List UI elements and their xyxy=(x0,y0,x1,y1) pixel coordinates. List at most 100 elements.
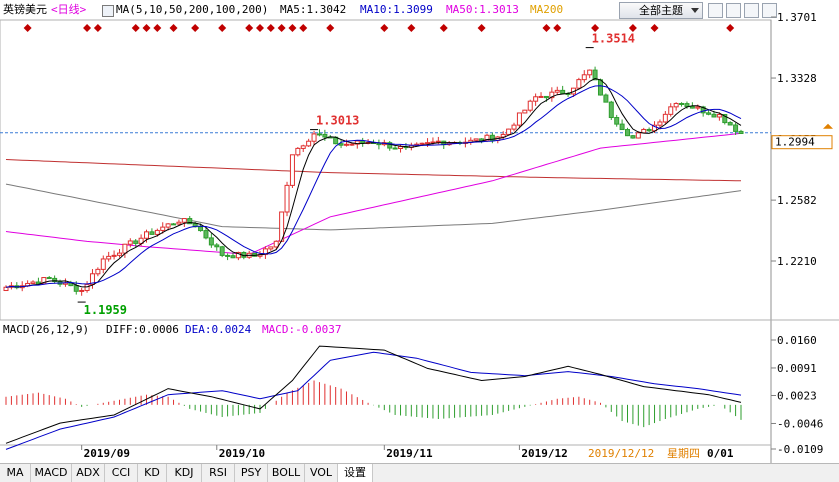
candle-body xyxy=(144,231,150,239)
event-marker-icon xyxy=(245,24,254,32)
event-marker-icon xyxy=(542,24,551,32)
event-marker-icon xyxy=(169,24,178,32)
candle-body xyxy=(543,95,549,99)
event-marker-icon xyxy=(218,24,227,32)
macd-tick-label: 0.0023 xyxy=(777,390,817,403)
candle-body xyxy=(425,142,431,145)
tab-macd[interactable]: MACD xyxy=(31,464,72,482)
macd-tick-label: -0.0109 xyxy=(777,443,823,456)
candle-body xyxy=(268,246,274,250)
candle-body xyxy=(668,106,674,115)
tab-rsi[interactable]: RSI xyxy=(202,464,235,482)
candle-body xyxy=(587,69,593,76)
candle-body xyxy=(295,147,301,156)
tab-ma[interactable]: MA xyxy=(0,464,31,482)
candle-body xyxy=(706,112,712,115)
candle-body xyxy=(100,258,106,270)
candle-body xyxy=(214,244,220,248)
tab-boll[interactable]: BOLL xyxy=(268,464,305,482)
macd-dea-line xyxy=(5,351,742,450)
event-marker-icon xyxy=(153,24,162,32)
candle-body xyxy=(538,95,544,98)
candle-body xyxy=(398,146,404,149)
candle-body xyxy=(154,229,160,235)
tab-adx[interactable]: ADX xyxy=(72,464,105,482)
candle-body xyxy=(522,109,528,114)
candle-body xyxy=(122,243,128,254)
event-marker-icon xyxy=(191,24,200,32)
candle-body xyxy=(527,100,533,111)
chart-canvas: 1.37011.33281.29551.25821.22101.29941.35… xyxy=(0,11,839,463)
event-marker-icon xyxy=(93,24,102,32)
event-marker-icon xyxy=(726,24,735,32)
event-marker-icon xyxy=(407,24,416,32)
event-marker-icon xyxy=(299,24,308,32)
candle-body xyxy=(230,255,236,259)
price-arrow-icon xyxy=(823,123,833,129)
candle-body xyxy=(300,145,306,149)
candle-body xyxy=(646,128,652,132)
candle-body xyxy=(349,143,355,146)
extreme-price-label: 1.3514 xyxy=(592,32,635,46)
candle-body xyxy=(603,94,609,103)
candle-body xyxy=(106,255,112,260)
ma200-line xyxy=(5,159,742,182)
candle-body xyxy=(306,140,312,147)
candle-body xyxy=(630,135,636,139)
price-tick-label: 1.2582 xyxy=(777,194,817,207)
candle-body xyxy=(133,240,139,244)
tab-psy[interactable]: PSY xyxy=(235,464,268,482)
candle-body xyxy=(160,226,166,231)
candle-body xyxy=(673,102,679,108)
candle-body xyxy=(635,132,641,139)
macd-tick-label: -0.0046 xyxy=(777,417,823,430)
candle-body xyxy=(316,133,322,136)
candle-body xyxy=(689,105,695,109)
candle-body xyxy=(619,123,625,131)
candle-body xyxy=(560,89,566,94)
candle-body xyxy=(322,133,328,138)
candle-body xyxy=(581,74,587,81)
candle-body xyxy=(208,237,214,246)
candle-body xyxy=(608,101,614,119)
candle-body xyxy=(727,122,733,126)
tab-kdj[interactable]: KDJ xyxy=(167,464,202,482)
ma50-line xyxy=(5,132,742,256)
price-tick-label: 1.3328 xyxy=(777,72,817,85)
x-axis-label: 2019/11 xyxy=(386,447,433,460)
candle-body xyxy=(738,130,744,134)
indicator-tab-bar: MA MACD ADX CCI KD KDJ RSI PSY BOLL VOL 设置 xyxy=(0,463,839,482)
candle-body xyxy=(533,96,539,102)
event-marker-icon xyxy=(439,24,448,32)
candle-body xyxy=(284,184,290,213)
extreme-price-label: 1.1959 xyxy=(84,303,127,317)
candle-body xyxy=(311,133,317,142)
candle-body xyxy=(554,89,560,93)
price-tick-label: 1.3701 xyxy=(777,11,817,24)
tab-cci[interactable]: CCI xyxy=(105,464,138,482)
tab-kd[interactable]: KD xyxy=(138,464,167,482)
x-axis-label-tail: 0/01 xyxy=(707,447,734,460)
event-marker-icon xyxy=(477,24,486,32)
candle-body xyxy=(30,281,36,284)
candle-body xyxy=(219,246,225,256)
candle-body xyxy=(225,254,231,257)
event-marker-icon xyxy=(553,24,562,32)
candle-body xyxy=(84,283,90,291)
candle-body xyxy=(95,268,101,275)
macd-diff-value: DIFF:0.0006 xyxy=(106,323,179,336)
candle-body xyxy=(597,79,603,96)
macd-params: MACD(26,12,9) xyxy=(3,323,89,336)
tab-vol[interactable]: VOL xyxy=(305,464,338,482)
macd-dea-value: DEA:0.0024 xyxy=(185,323,252,336)
candle-body xyxy=(679,102,685,105)
tab-settings[interactable]: 设置 xyxy=(338,464,373,482)
macd-tick-label: 0.0091 xyxy=(777,362,817,375)
candle-body xyxy=(338,143,344,146)
event-marker-icon xyxy=(142,24,151,32)
candle-body xyxy=(181,218,187,223)
event-marker-icon xyxy=(650,24,659,32)
event-marker-icon xyxy=(266,24,275,32)
candle-body xyxy=(176,221,182,225)
macd-value: MACD:-0.0037 xyxy=(262,323,341,336)
